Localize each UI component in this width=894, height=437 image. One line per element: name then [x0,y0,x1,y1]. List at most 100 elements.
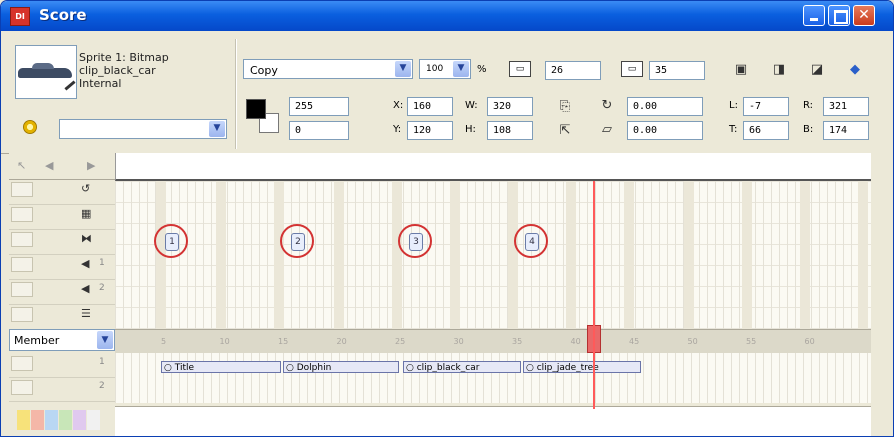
tempo-icon: ↺ [81,182,91,195]
rotation-icon: ↻ [601,98,613,113]
frame-ruler-tick: 50 [687,337,698,346]
color-chip[interactable] [87,410,100,430]
left-label: L: [729,100,738,111]
color-chip[interactable] [31,410,44,430]
keyframe-marker[interactable]: 3 [398,224,432,258]
minimize-button[interactable] [803,5,825,26]
color-chip[interactable] [17,410,30,430]
display-select[interactable]: Member ▼ [9,329,115,351]
foreground-color-field[interactable]: 255 [289,97,349,116]
color-chip[interactable] [73,410,86,430]
bottom-field[interactable]: 174 [823,121,869,140]
frame-column-highlight [684,181,694,329]
sprite-span[interactable]: ○ clip_jade_tree [523,361,641,373]
channel-toggle[interactable] [11,282,33,297]
keyframe-marker[interactable]: 1 [154,224,188,258]
height-field[interactable]: 108 [487,121,533,140]
frame-ruler[interactable]: 5 10 15 20 25 30 35 40 45 50 55 60 [115,329,871,355]
width-field[interactable]: 320 [487,97,533,116]
frame-column-highlight [450,181,460,329]
sprite-span-label: clip_black_car [416,363,480,373]
effect-frames[interactable] [115,181,871,329]
effect-channel-row[interactable]: ◀ 2 [9,279,115,305]
horizontal-scrollbar[interactable] [115,406,871,436]
ink-value: Copy [250,64,278,77]
y-field[interactable]: 120 [407,121,453,140]
minimize-icon [810,18,818,21]
end-frame-field[interactable]: 35 [649,61,705,80]
right-field[interactable]: 321 [823,97,869,116]
maximize-icon [834,10,848,24]
scale-icon[interactable]: ⇱ [557,123,573,139]
app-icon: DI [10,7,30,26]
trails-icon[interactable]: ◪ [809,62,825,78]
previous-marker-icon[interactable]: ◀ [45,159,53,172]
h-label: H: [465,124,476,135]
lock-icon[interactable]: ▣ [733,62,749,78]
vertical-scrollbar[interactable] [871,153,893,436]
top-field[interactable]: 66 [743,121,789,140]
sprite-frames[interactable]: ○ Title ○ Dolphin ○ clip_black_car ○ clip_j… [115,353,871,403]
blend-select[interactable]: 100 ▼ [419,59,471,79]
end-frame-icon: ▭ [621,61,643,77]
effect-channel-row[interactable]: ☰ [9,304,115,330]
channel-toggle[interactable] [11,207,33,222]
restore-size-icon[interactable]: ⎘ [557,99,573,115]
effect-channel-row[interactable]: ⧓ [9,229,115,255]
foreground-color-swatch[interactable] [246,99,266,119]
top-label: T: [729,124,738,135]
color-chip[interactable] [59,410,72,430]
score-grid: 1 2 3 4 5 10 15 20 25 30 35 40 45 50 55 60 ○ Title ○ Do… [115,153,872,436]
channel-toggle[interactable] [11,257,33,272]
background-color-field[interactable]: 0 [289,121,349,140]
flip-icon[interactable]: ◨ [771,62,787,78]
maximize-button[interactable] [828,5,850,26]
sprite-color-chips[interactable] [17,410,123,434]
sprite-span-label: Dolphin [296,363,332,373]
editable-icon[interactable]: ◆ [847,62,863,78]
behavior-select[interactable]: ▼ [59,119,227,139]
marker-bar[interactable] [115,153,872,181]
marker-menu-icon[interactable]: ↖ [17,159,26,172]
close-button[interactable]: ✕ [853,5,875,26]
color-chip[interactable] [45,410,58,430]
score-area: ↖ ◀ ▶ ↺ ▦ ⧓ ◀ 1 ◀ 2 ☰ Member ▼ 12 1234 5 10 15 20 2… [1,153,893,436]
sprite-span[interactable]: ○ Dolphin [283,361,399,373]
start-frame-field[interactable]: 26 [545,61,601,80]
sprite-span[interactable]: ○ clip_black_car [403,361,521,373]
effect-channel-row[interactable]: ◀ 1 [9,254,115,280]
ink-select[interactable]: Copy ▼ [243,59,413,79]
title-bar[interactable]: DI Score ✕ [1,1,893,31]
channel-toggle[interactable] [11,307,33,322]
sprite-thumbnail[interactable] [15,45,77,99]
channel-toggle[interactable] [11,380,33,395]
effect-channel-row[interactable]: ▦ [9,204,115,230]
channel-toggle[interactable] [11,232,33,247]
x-field[interactable]: 160 [407,97,453,116]
channel-toggle[interactable] [11,182,33,197]
behavior-icon[interactable] [23,120,37,134]
sprite-channel-row[interactable]: 2 [9,377,115,402]
rotation-field[interactable]: 0.00 [627,97,703,116]
chevron-down-icon: ▼ [395,61,411,77]
sprite-span[interactable]: ○ Title [161,361,281,373]
skew-field[interactable]: 0.00 [627,121,703,140]
keyframe-label: 2 [291,233,305,251]
frame-column-highlight [624,181,634,329]
sprite-info: Sprite 1: Bitmap clip_black_car Internal [79,51,169,90]
playhead[interactable] [593,181,595,409]
frame-column-highlight [742,181,752,329]
frame-ruler-tick: 40 [570,337,581,346]
left-field[interactable]: -7 [743,97,789,116]
sprite-channel-row[interactable]: 1 [9,353,115,378]
keyframe-marker[interactable]: 2 [280,224,314,258]
frame-ruler-tick: 35 [512,337,523,346]
frame-ruler-tick: 20 [336,337,347,346]
next-marker-icon[interactable]: ▶ [87,159,95,172]
effect-channel-row[interactable]: ↺ [9,179,115,205]
channel-toggle[interactable] [11,356,33,371]
palette-icon: ▦ [81,207,92,220]
sprite-info-line1: Sprite 1: Bitmap [79,51,169,64]
close-icon: ✕ [858,7,870,23]
keyframe-marker[interactable]: 4 [514,224,548,258]
